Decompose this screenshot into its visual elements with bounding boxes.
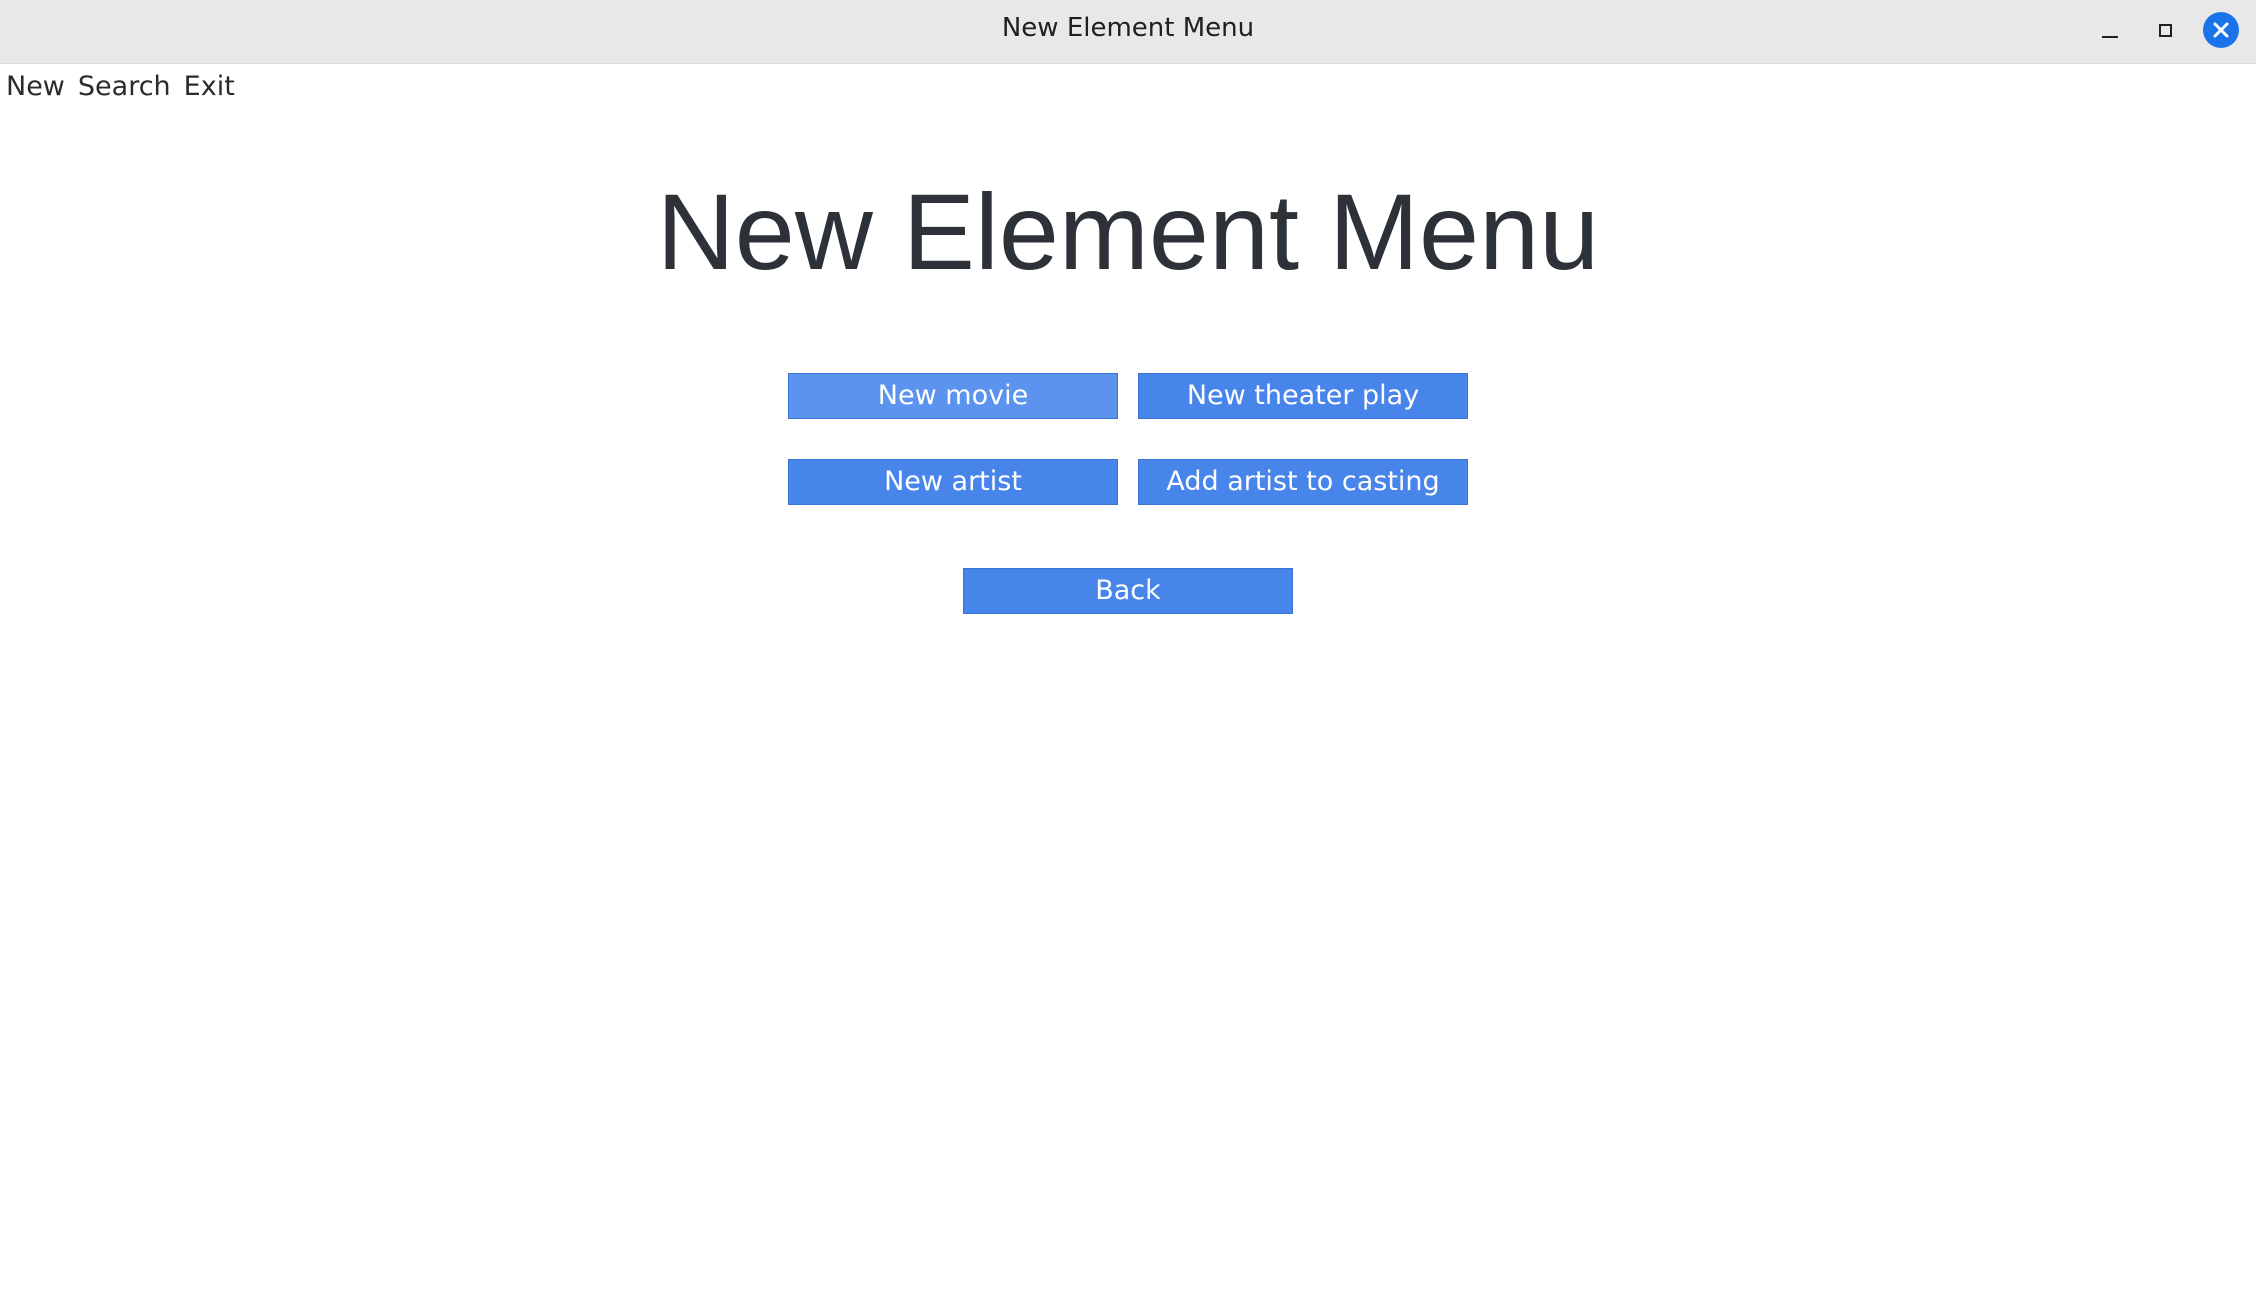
- back-button[interactable]: Back: [963, 568, 1293, 614]
- close-button[interactable]: [2203, 12, 2239, 48]
- new-theater-play-button[interactable]: New theater play: [1138, 373, 1468, 419]
- window-title: New Element Menu: [1001, 13, 1255, 43]
- minimize-button[interactable]: [2092, 12, 2128, 48]
- new-movie-button[interactable]: New movie: [788, 373, 1118, 419]
- window-titlebar: New Element Menu: [0, 0, 2256, 64]
- menubar: New Search Exit: [0, 64, 248, 108]
- menu-item-new[interactable]: New: [6, 71, 65, 102]
- maximize-icon: [2159, 24, 2172, 37]
- close-icon: [2213, 22, 2229, 38]
- add-artist-to-casting-button[interactable]: Add artist to casting: [1138, 459, 1468, 505]
- maximize-button[interactable]: [2148, 12, 2184, 48]
- menu-item-search[interactable]: Search: [78, 71, 171, 102]
- page-title: New Element Menu: [656, 171, 1600, 292]
- menu-item-exit[interactable]: Exit: [184, 71, 235, 102]
- new-artist-button[interactable]: New artist: [788, 459, 1118, 505]
- minimize-icon: [2102, 36, 2118, 38]
